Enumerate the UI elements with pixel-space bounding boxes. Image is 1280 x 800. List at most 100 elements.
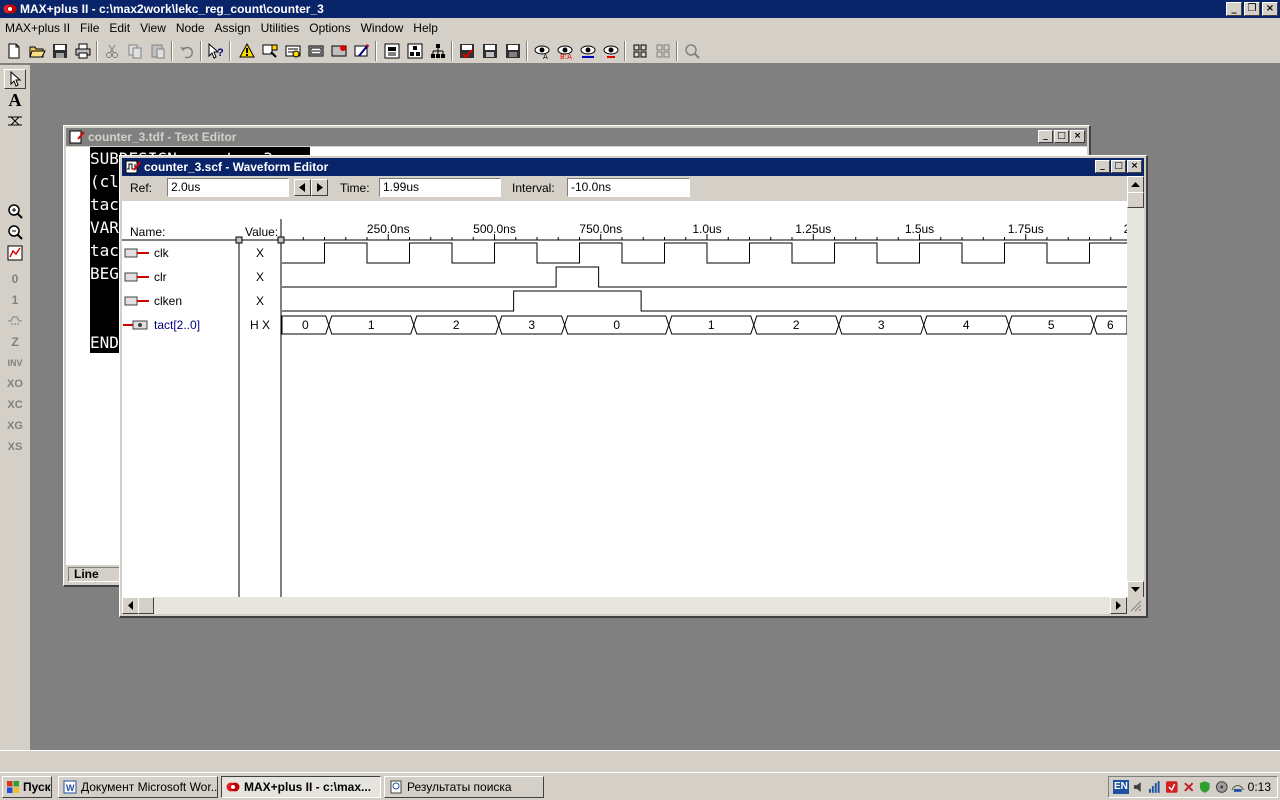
save-check-icon[interactable]: [456, 40, 478, 62]
overwrite-xs-tool[interactable]: XS: [4, 437, 26, 457]
text-editor-close-button[interactable]: ×: [1070, 130, 1085, 143]
selection-tool[interactable]: [4, 69, 26, 89]
task-maxplus[interactable]: MAX+plus II - c:\max...: [221, 776, 381, 798]
overwrite-1-tool[interactable]: 1: [4, 290, 26, 310]
view-connect-icon[interactable]: [577, 40, 599, 62]
overwrite-x-tool[interactable]: [4, 311, 26, 331]
antivirus-icon[interactable]: [1165, 780, 1179, 794]
timing-analyzer-icon[interactable]: [351, 40, 373, 62]
node-tool[interactable]: [4, 111, 26, 131]
task-label: MAX+plus II - c:\max...: [244, 780, 372, 794]
signal-row-clken[interactable]: [124, 296, 149, 306]
scroll-up-button[interactable]: [1127, 176, 1144, 193]
save-compile-icon[interactable]: [479, 40, 501, 62]
menu-utilities[interactable]: Utilities: [256, 18, 305, 38]
menu-assign[interactable]: Assign: [210, 18, 256, 38]
context-help-icon[interactable]: ?: [205, 40, 227, 62]
menu-options[interactable]: Options: [304, 18, 355, 38]
code-line: VAR: [90, 218, 119, 237]
time-ruler-label: 1.75us: [1008, 222, 1044, 236]
invert-tool[interactable]: INV: [4, 353, 26, 373]
scroll-left-button[interactable]: [122, 597, 139, 614]
waveform-maximize-button[interactable]: □: [1111, 160, 1126, 173]
task-search-results[interactable]: Результаты поиска: [384, 776, 544, 798]
signal-icon[interactable]: [1148, 780, 1162, 794]
shield-icon[interactable]: [1198, 780, 1212, 794]
view-ba-icon[interactable]: B:A: [554, 40, 576, 62]
print-icon[interactable]: [72, 40, 94, 62]
waveform-area[interactable]: Name: Value: 250.0ns 500.0ns 750.0ns 1.0us 1.2…: [122, 201, 1127, 598]
fit-in-window-tool[interactable]: [4, 243, 26, 263]
hierarchy-icon[interactable]: [259, 40, 281, 62]
zoom-in-tool[interactable]: [4, 201, 26, 221]
copy-icon[interactable]: [124, 40, 146, 62]
hierarchy-top-icon[interactable]: [427, 40, 449, 62]
open-file-icon[interactable]: [26, 40, 48, 62]
start-button[interactable]: Пуск: [2, 776, 52, 798]
overwrite-z-tool[interactable]: Z: [4, 332, 26, 352]
line-indicator: Line: [68, 567, 120, 582]
time-field[interactable]: 1.99us: [379, 178, 501, 197]
scroll-down-button[interactable]: [1127, 581, 1144, 598]
new-file-icon[interactable]: [3, 40, 25, 62]
interval-field[interactable]: -10.0ns: [567, 178, 690, 197]
save-icon[interactable]: [49, 40, 71, 62]
menu-maxplus[interactable]: MAX+plus II: [0, 18, 75, 38]
network-icon[interactable]: [1231, 780, 1245, 794]
signal-row-clk[interactable]: [124, 248, 149, 258]
cut-icon[interactable]: [101, 40, 123, 62]
waveform-minimize-button[interactable]: _: [1095, 160, 1110, 173]
zoom-fit-icon[interactable]: [681, 40, 703, 62]
signal-row-tact20[interactable]: [123, 320, 148, 330]
signal-row-clr[interactable]: [124, 272, 149, 282]
disk-icon[interactable]: [1215, 780, 1229, 794]
ref-right-button[interactable]: [311, 179, 328, 196]
menu-node[interactable]: Node: [171, 18, 210, 38]
menu-edit[interactable]: Edit: [104, 18, 135, 38]
overwrite-xc-tool[interactable]: XC: [4, 395, 26, 415]
ref-field[interactable]: 2.0us: [167, 178, 289, 197]
scroll-thumb[interactable]: [1127, 192, 1144, 208]
overwrite-0-tool[interactable]: 0: [4, 269, 26, 289]
overwrite-xg-tool[interactable]: XG: [4, 416, 26, 436]
undo-icon[interactable]: [176, 40, 198, 62]
paste-icon[interactable]: [147, 40, 169, 62]
resize-grip[interactable]: [1127, 597, 1144, 614]
text-editor-minimize-button[interactable]: _: [1038, 130, 1053, 143]
text-editor-maximize-button[interactable]: □: [1054, 130, 1069, 143]
view-icon[interactable]: A: [531, 40, 553, 62]
ref-left-button[interactable]: [294, 179, 311, 196]
warning-icon[interactable]: [236, 40, 258, 62]
hscroll-thumb[interactable]: [138, 597, 154, 614]
scroll-right-button[interactable]: [1110, 597, 1127, 614]
vertical-scrollbar[interactable]: [1127, 176, 1144, 598]
waveform-close-button[interactable]: ×: [1127, 160, 1142, 173]
menu-file[interactable]: File: [75, 18, 104, 38]
menu-view[interactable]: View: [135, 18, 171, 38]
menu-help[interactable]: Help: [408, 18, 443, 38]
save-simulate-icon[interactable]: [502, 40, 524, 62]
waveform-canvas[interactable]: Name: Value: 250.0ns 500.0ns 750.0ns 1.0us 1.2…: [122, 201, 1127, 598]
grid-icon[interactable]: [629, 40, 651, 62]
compiler-icon[interactable]: [305, 40, 327, 62]
horizontal-scrollbar[interactable]: [122, 597, 1127, 614]
clock[interactable]: 0:13: [1248, 780, 1271, 794]
volume-icon[interactable]: [1132, 780, 1146, 794]
grid-snap-icon[interactable]: [652, 40, 674, 62]
view-find-icon[interactable]: [600, 40, 622, 62]
overwrite-xo-tool[interactable]: XO: [4, 374, 26, 394]
simulator-icon[interactable]: [328, 40, 350, 62]
restore-button[interactable]: ❐: [1244, 2, 1260, 16]
tools-icon[interactable]: [1182, 780, 1196, 794]
task-word-document[interactable]: W Документ Microsoft Wor...: [58, 776, 218, 798]
minimize-button[interactable]: _: [1226, 2, 1242, 16]
text-tool[interactable]: A: [4, 90, 26, 110]
set-project-icon[interactable]: [404, 40, 426, 62]
menu-window[interactable]: Window: [356, 18, 409, 38]
open-project-icon[interactable]: [381, 40, 403, 62]
waveform-editor-window[interactable]: counter_3.scf - Waveform Editor _ □ × Re…: [119, 155, 1148, 618]
zoom-out-tool[interactable]: [4, 222, 26, 242]
language-indicator[interactable]: EN: [1113, 780, 1129, 794]
floorplan-icon[interactable]: [282, 40, 304, 62]
close-button[interactable]: ×: [1262, 2, 1278, 16]
